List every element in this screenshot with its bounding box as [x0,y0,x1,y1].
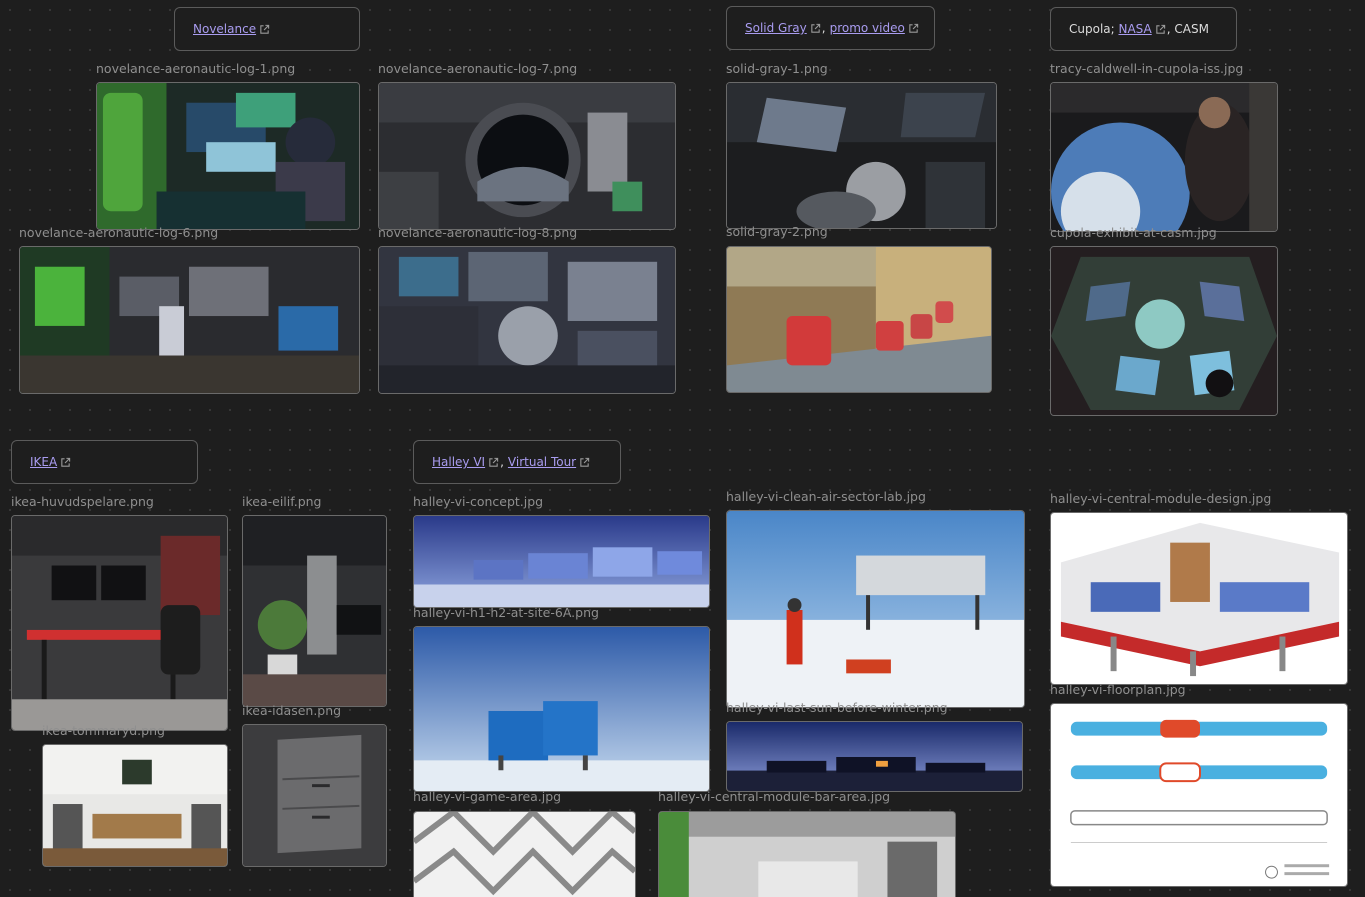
card-cupola[interactable]: Cupola; NASA , CASM [1050,7,1237,51]
image-cupola-exhibit-at-casm[interactable] [1050,246,1278,416]
image-halley-vi-floorplan[interactable] [1050,703,1348,887]
card-ikea[interactable]: IKEA [11,440,198,484]
lab-on-snow-photo [727,511,1024,707]
link-halley-vi[interactable]: Halley VI [432,455,485,469]
link-nasa[interactable]: NASA [1119,22,1152,36]
filename-label: ikea-idasen.png [242,703,342,718]
image-novelance-aeronautic-log-8[interactable] [378,246,676,394]
cupola-suffix: , CASM [1166,22,1209,36]
link-ikea[interactable]: IKEA [30,455,57,469]
image-halley-vi-concept[interactable] [413,515,710,608]
image-ikea-huvudspelare[interactable] [11,515,228,731]
image-ikea-eilif[interactable] [242,515,387,707]
cupola-prefix: Cupola; [1069,22,1119,36]
image-novelance-aeronautic-log-6[interactable] [19,246,360,394]
gaming-desk-photo [12,516,227,730]
filename-label: novelance-aeronautic-log-6.png [19,225,219,240]
filename-label: halley-vi-game-area.jpg [413,789,562,804]
link-virtual-tour[interactable]: Virtual Tour [508,455,576,469]
bar-area-interior-photo [659,812,955,897]
image-novelance-aeronautic-log-7[interactable] [378,82,676,230]
reed-marsh-photo [727,247,991,392]
image-solid-gray-1[interactable] [726,82,997,229]
external-link-icon [259,24,270,35]
station-sunset-photo [727,722,1022,791]
office-screen-photo [243,516,386,706]
filename-label: halley-vi-clean-air-sector-lab.jpg [726,489,926,504]
filename-label: ikea-huvudspelare.png [11,494,154,509]
image-halley-vi-central-module-design[interactable] [1050,512,1348,685]
link-promo-video[interactable]: promo video [830,21,905,35]
card-halley[interactable]: Halley VI, Virtual Tour [413,440,621,484]
external-link-icon [60,457,71,468]
research-station-snow-photo [414,627,709,791]
filename-label: novelance-aeronautic-log-8.png [378,225,578,240]
separator: , [500,455,504,469]
image-halley-vi-clean-air-sector-lab[interactable] [726,510,1025,708]
anime-porthole-illustration [379,83,675,229]
anime-cockpit-illustration [97,83,359,229]
image-ikea-idasen[interactable] [242,724,387,867]
filename-label: halley-vi-floorplan.jpg [1050,682,1186,697]
filename-label: ikea-tommaryd.png [42,723,165,738]
anime-room-illustration [20,247,359,393]
image-halley-vi-h1-h2-at-site-6A[interactable] [413,626,710,792]
external-link-icon [579,457,590,468]
cupola-exhibit-photo [1051,247,1277,415]
filename-label: ikea-eilif.png [242,494,322,509]
filename-label: tracy-caldwell-in-cupola-iss.jpg [1050,61,1244,76]
image-novelance-aeronautic-log-1[interactable] [96,82,360,230]
filename-label: halley-vi-h1-h2-at-site-6A.png [413,605,599,620]
floorplan-drawing [1051,704,1347,886]
module-cutaway-render [1051,513,1347,684]
window-lattice-photo [414,812,635,897]
card-novelance[interactable]: Novelance [174,7,360,51]
meeting-room-photo [43,745,227,866]
research-station-concept-render [414,516,709,607]
filename-label: solid-gray-1.png [726,61,828,76]
image-tracy-caldwell-in-cupola-iss[interactable] [1050,82,1278,232]
link-novelance[interactable]: Novelance [193,22,256,36]
filename-label: novelance-aeronautic-log-1.png [96,61,296,76]
card-solid-gray[interactable]: Solid Gray, promo video [726,6,935,50]
separator: , [821,21,826,35]
filename-label: halley-vi-concept.jpg [413,494,544,509]
astronaut-cockpit-render [727,83,996,228]
link-solid-gray[interactable]: Solid Gray [745,21,807,35]
filename-label: halley-vi-central-module-bar-area.jpg [658,789,891,804]
image-halley-vi-game-area[interactable] [413,811,636,897]
image-ikea-tommaryd[interactable] [42,744,228,867]
filename-label: halley-vi-central-module-design.jpg [1050,491,1272,506]
image-halley-vi-last-sun-before-winter[interactable] [726,721,1023,792]
image-halley-vi-central-module-bar-area[interactable] [658,811,956,897]
image-solid-gray-2[interactable] [726,246,992,393]
anime-station-interior-illustration [379,247,675,393]
cupola-window-photo [1051,83,1277,231]
filename-label: solid-gray-2.png [726,224,828,239]
external-link-icon [488,457,499,468]
external-link-icon [810,23,821,34]
filename-label: cupola-exhibit-at-casm.jpg [1050,225,1217,240]
drawer-cabinet-photo [243,725,386,866]
external-link-icon [1155,24,1166,35]
filename-label: novelance-aeronautic-log-7.png [378,61,578,76]
external-link-icon [908,23,919,34]
filename-label: halley-vi-last-sun-before-winter.png [726,700,948,715]
